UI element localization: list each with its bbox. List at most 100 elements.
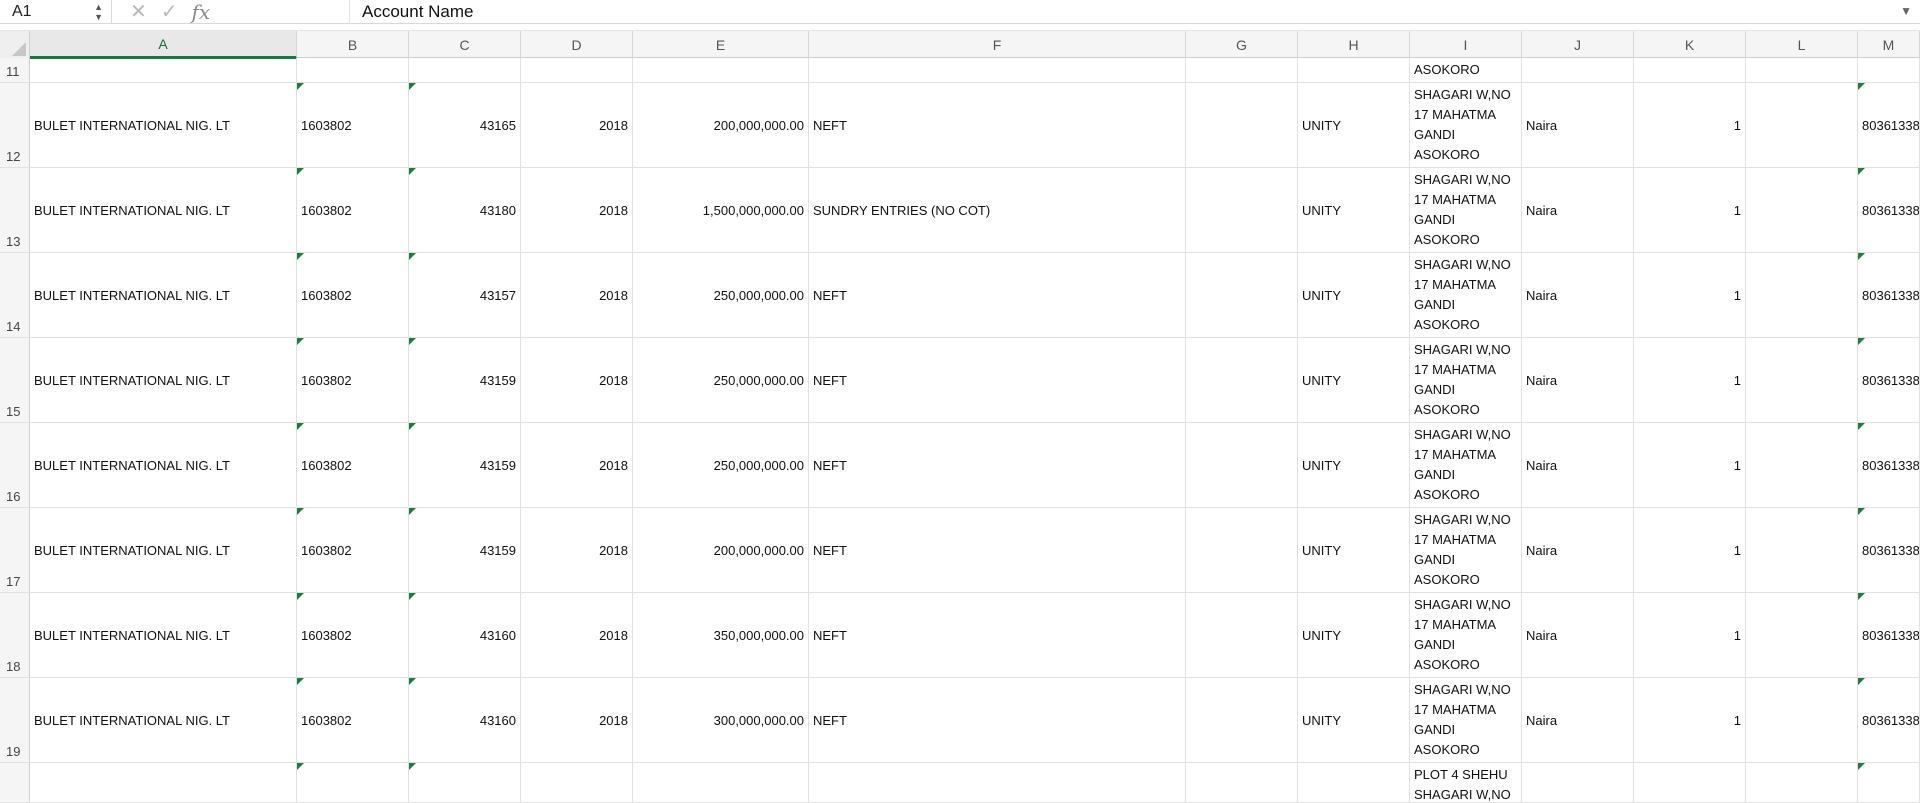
- row-header[interactable]: 16: [0, 423, 30, 507]
- select-all-button[interactable]: [0, 31, 30, 59]
- cell-value-date[interactable]: 43160: [409, 678, 521, 762]
- cell-narration[interactable]: NEFT: [809, 508, 1186, 592]
- cell-amount[interactable]: 200,000,000.00: [633, 508, 809, 592]
- cell-address[interactable]: PLOT 4 SHEHU SHAGARI W,NO: [1410, 763, 1522, 802]
- column-header-e[interactable]: E: [633, 31, 809, 59]
- cell-account-name[interactable]: BULET INTERNATIONAL NIG. LT: [30, 508, 297, 592]
- cell-g[interactable]: [1186, 678, 1298, 762]
- cell-g[interactable]: [1186, 593, 1298, 677]
- cell-year[interactable]: 2018: [521, 338, 633, 422]
- cell-account-name[interactable]: BULET INTERNATIONAL NIG. LT: [30, 338, 297, 422]
- column-header-h[interactable]: H: [1298, 31, 1410, 59]
- cell-value-date[interactable]: [409, 763, 521, 802]
- cell-amount[interactable]: [633, 58, 809, 82]
- cell-account-no[interactable]: 1603802: [297, 593, 409, 677]
- cell-account-name[interactable]: BULET INTERNATIONAL NIG. LT: [30, 593, 297, 677]
- cell-narration[interactable]: NEFT: [809, 423, 1186, 507]
- cell-year[interactable]: 2018: [521, 423, 633, 507]
- cell-phone[interactable]: 80361338: [1858, 253, 1920, 337]
- cell-l[interactable]: [1746, 763, 1858, 802]
- cell-k[interactable]: [1634, 763, 1746, 802]
- cell-address[interactable]: GANDI ASOKORO: [1410, 58, 1522, 82]
- column-header-d[interactable]: D: [521, 31, 633, 59]
- check-icon[interactable]: ✓: [161, 2, 178, 22]
- cell-amount[interactable]: 1,500,000,000.00: [633, 168, 809, 252]
- column-header-i[interactable]: I: [1410, 31, 1522, 59]
- name-box-stepper-icon[interactable]: ▲ ▼: [94, 2, 103, 22]
- cell-phone[interactable]: 80361338: [1858, 678, 1920, 762]
- column-header-j[interactable]: J: [1522, 31, 1634, 59]
- cell-currency[interactable]: Naira: [1522, 678, 1634, 762]
- cell-phone[interactable]: 80361338: [1858, 508, 1920, 592]
- cell-account-name[interactable]: BULET INTERNATIONAL NIG. LT: [30, 678, 297, 762]
- cell-year[interactable]: [521, 763, 633, 802]
- cell-k[interactable]: 1: [1634, 168, 1746, 252]
- cell-l[interactable]: [1746, 168, 1858, 252]
- cell-bank[interactable]: UNITY: [1298, 678, 1410, 762]
- cell-amount[interactable]: 300,000,000.00: [633, 678, 809, 762]
- cell-bank[interactable]: UNITY: [1298, 423, 1410, 507]
- name-box-value[interactable]: A1: [12, 3, 32, 21]
- column-header-l[interactable]: L: [1746, 31, 1858, 59]
- cell-l[interactable]: [1746, 678, 1858, 762]
- cell-account-no[interactable]: 1603802: [297, 338, 409, 422]
- formula-input[interactable]: Account Name: [350, 2, 1920, 22]
- cell-k[interactable]: 1: [1634, 593, 1746, 677]
- row-header[interactable]: 12: [0, 83, 30, 167]
- cell-year[interactable]: 2018: [521, 168, 633, 252]
- cell-year[interactable]: 2018: [521, 83, 633, 167]
- cell-l[interactable]: [1746, 423, 1858, 507]
- cell-currency[interactable]: Naira: [1522, 423, 1634, 507]
- cell-value-date[interactable]: 43159: [409, 338, 521, 422]
- cell-l[interactable]: [1746, 508, 1858, 592]
- cell-narration[interactable]: NEFT: [809, 338, 1186, 422]
- cell-address[interactable]: PLOT 4 SHEHUSHAGARI W,NO17 MAHATMAGANDI …: [1410, 508, 1522, 592]
- cell-account-no[interactable]: 1603802: [297, 508, 409, 592]
- cell-l[interactable]: [1746, 58, 1858, 82]
- cell-currency[interactable]: Naira: [1522, 168, 1634, 252]
- cell-year[interactable]: 2018: [521, 593, 633, 677]
- cell-account-name[interactable]: BULET INTERNATIONAL NIG. LT: [30, 423, 297, 507]
- cell-bank[interactable]: UNITY: [1298, 508, 1410, 592]
- cell-bank[interactable]: UNITY: [1298, 593, 1410, 677]
- cell-g[interactable]: [1186, 763, 1298, 802]
- cell-address[interactable]: PLOT 4 SHEHUSHAGARI W,NO17 MAHATMAGANDI …: [1410, 593, 1522, 677]
- cell-account-no[interactable]: [297, 58, 409, 82]
- cell-value-date[interactable]: 43160: [409, 593, 521, 677]
- cell-account-no[interactable]: 1603802: [297, 83, 409, 167]
- cell-bank[interactable]: [1298, 58, 1410, 82]
- cell-account-no[interactable]: 1603802: [297, 168, 409, 252]
- column-header-m[interactable]: M: [1858, 31, 1920, 59]
- cell-bank[interactable]: UNITY: [1298, 168, 1410, 252]
- cell-year[interactable]: [521, 58, 633, 82]
- cell-k[interactable]: 1: [1634, 253, 1746, 337]
- cell-value-date[interactable]: 43159: [409, 508, 521, 592]
- cell-year[interactable]: 2018: [521, 253, 633, 337]
- cell-narration[interactable]: NEFT: [809, 83, 1186, 167]
- cell-k[interactable]: 1: [1634, 678, 1746, 762]
- cell-account-no[interactable]: 1603802: [297, 423, 409, 507]
- row-header[interactable]: 11: [0, 58, 30, 82]
- cell-g[interactable]: [1186, 58, 1298, 82]
- expand-formula-icon[interactable]: ▼: [1900, 4, 1912, 18]
- column-header-c[interactable]: C: [409, 31, 521, 59]
- cell-value-date[interactable]: [409, 58, 521, 82]
- cell-narration[interactable]: NEFT: [809, 253, 1186, 337]
- cell-narration[interactable]: NEFT: [809, 593, 1186, 677]
- row-header[interactable]: 19: [0, 678, 30, 762]
- cell-account-name[interactable]: BULET INTERNATIONAL NIG. LT: [30, 168, 297, 252]
- cell-l[interactable]: [1746, 253, 1858, 337]
- cell-bank[interactable]: UNITY: [1298, 253, 1410, 337]
- cell-k[interactable]: 1: [1634, 338, 1746, 422]
- cell-bank[interactable]: UNITY: [1298, 338, 1410, 422]
- cell-amount[interactable]: 200,000,000.00: [633, 83, 809, 167]
- cell-currency[interactable]: [1522, 58, 1634, 82]
- cell-phone[interactable]: 80361338: [1858, 423, 1920, 507]
- cell-amount[interactable]: 250,000,000.00: [633, 423, 809, 507]
- cell-phone[interactable]: [1858, 763, 1920, 802]
- cell-value-date[interactable]: 43180: [409, 168, 521, 252]
- cell-address[interactable]: PLOT 4 SHEHUSHAGARI W,NO17 MAHATMAGANDI …: [1410, 338, 1522, 422]
- cell-currency[interactable]: Naira: [1522, 83, 1634, 167]
- column-header-a[interactable]: A: [30, 31, 297, 59]
- cell-bank[interactable]: [1298, 763, 1410, 802]
